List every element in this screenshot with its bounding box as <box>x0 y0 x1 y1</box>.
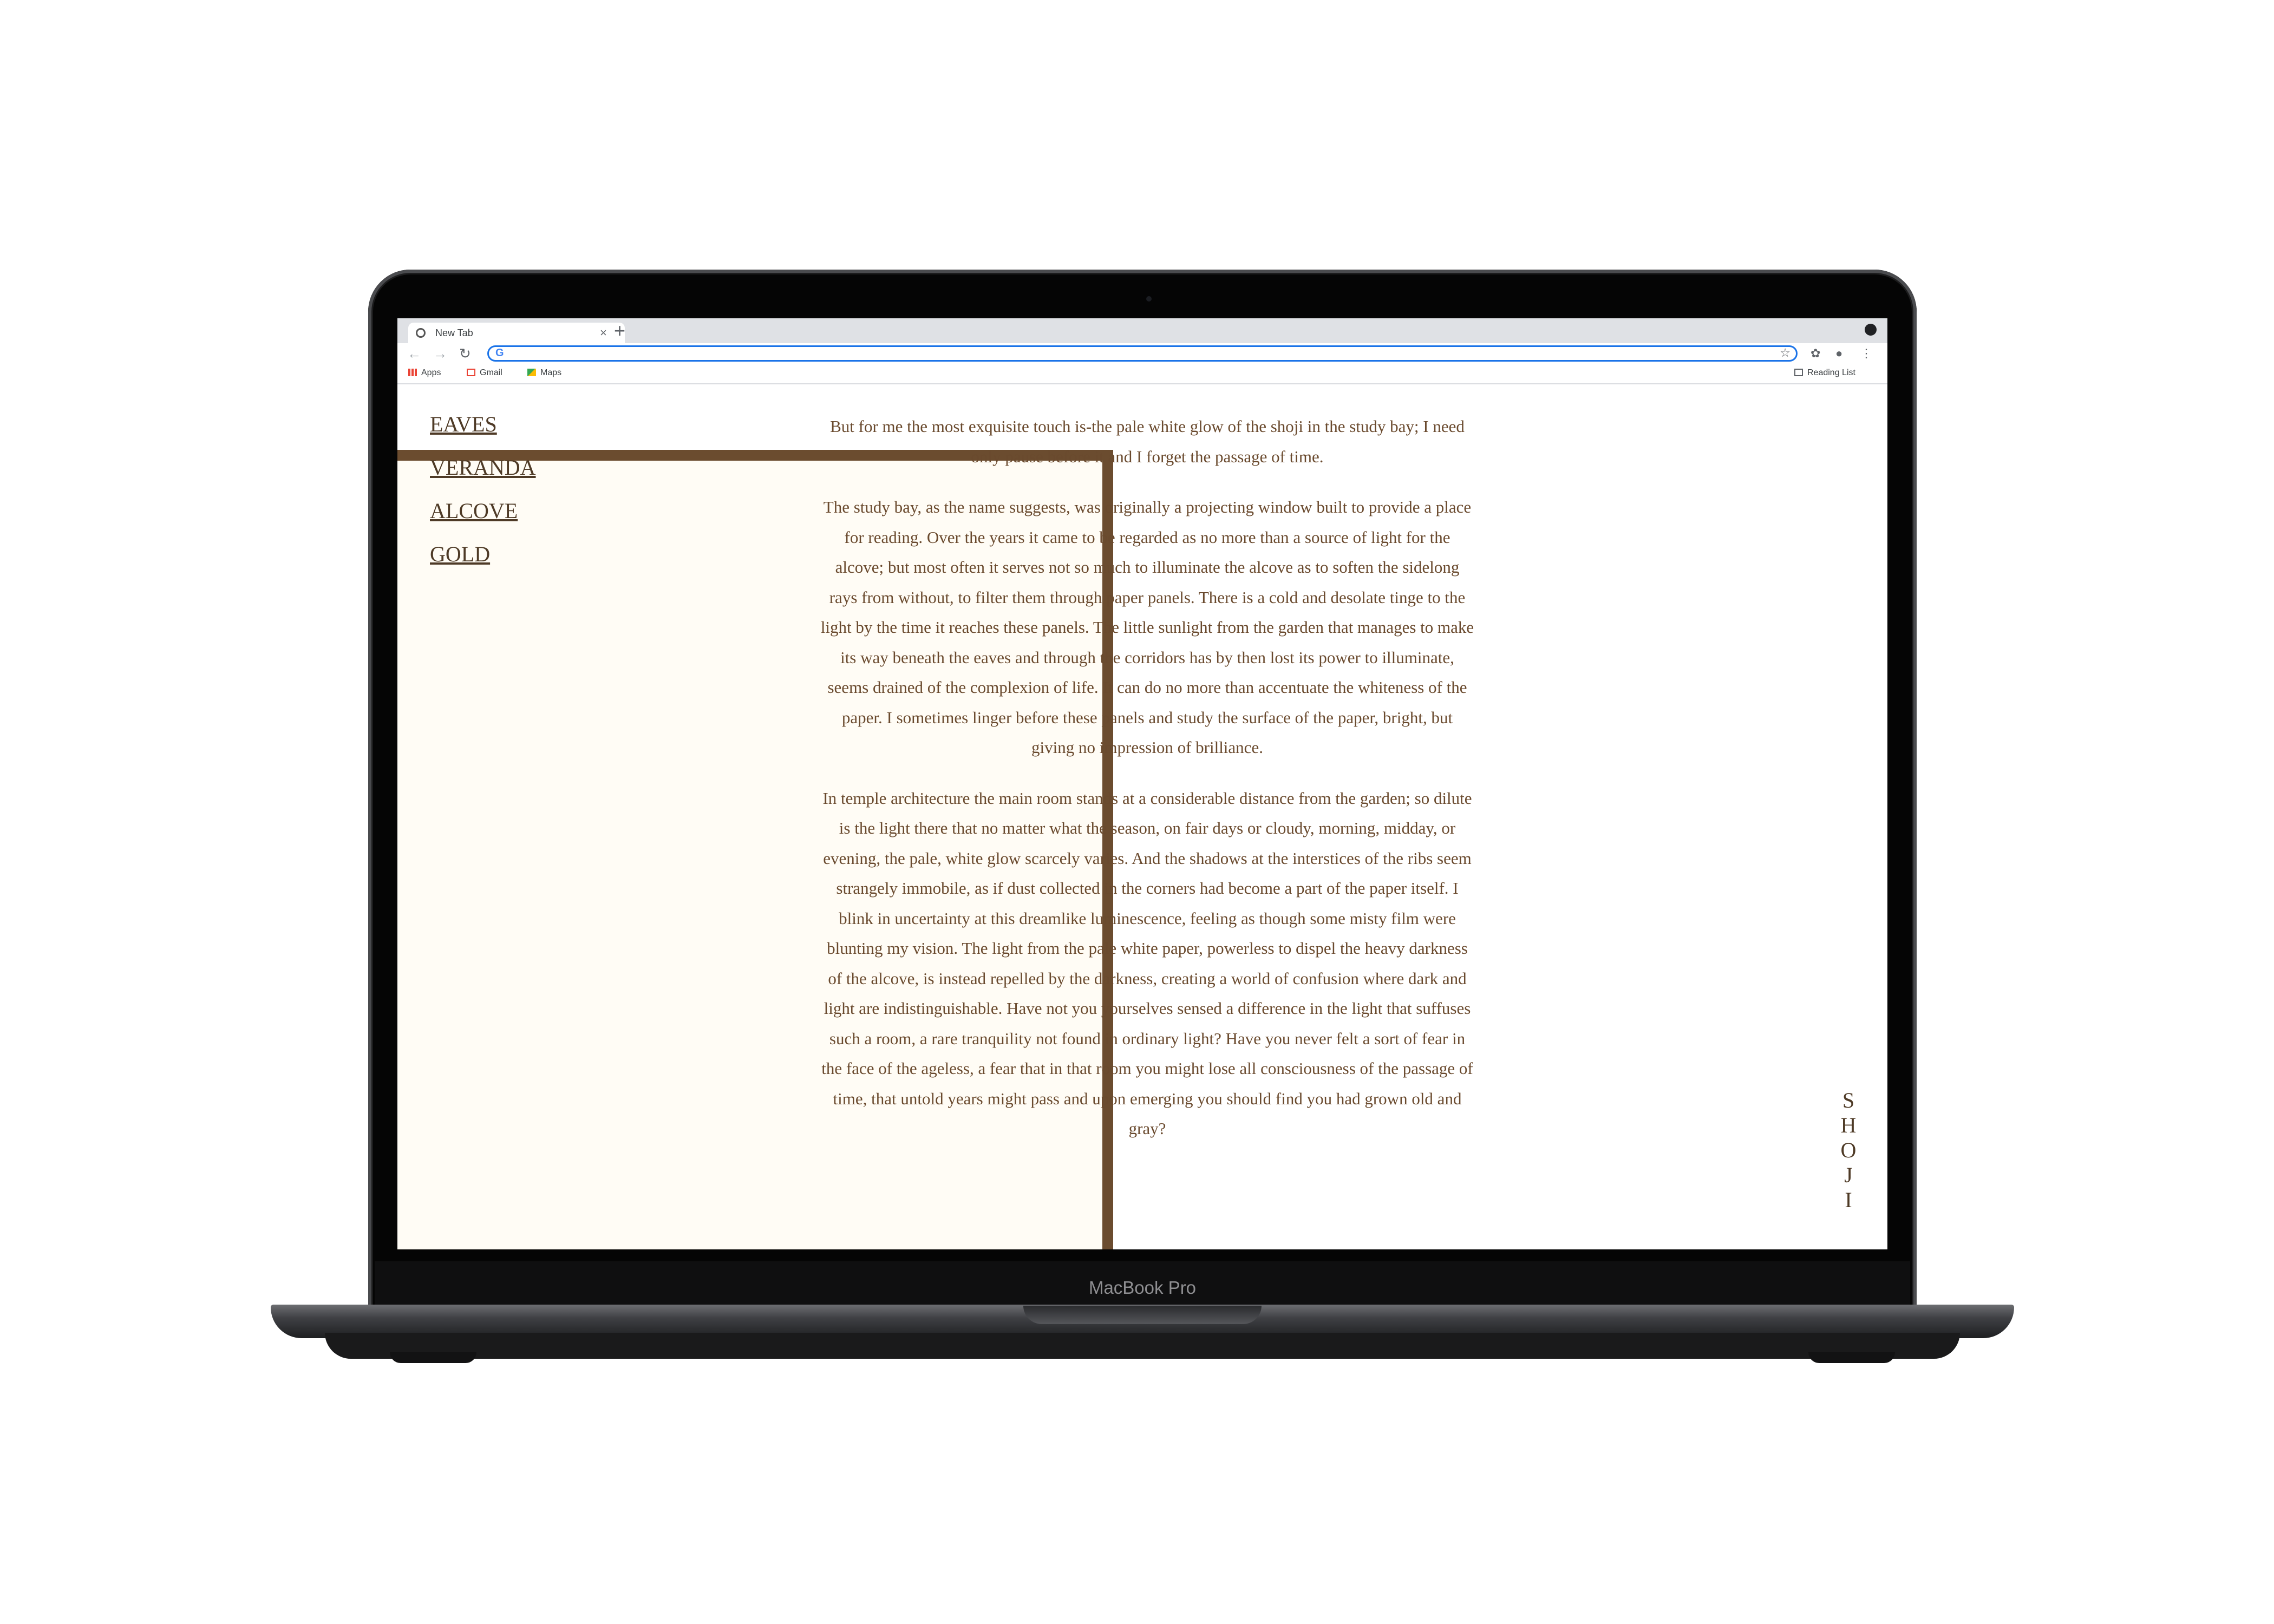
laptop-foot-left <box>390 1352 476 1363</box>
address-bar[interactable]: G ☆ <box>487 345 1798 362</box>
device-label: MacBook Pro <box>1088 1278 1197 1298</box>
bookmark-label: Apps <box>421 368 441 377</box>
vertical-page-title: S H O J I <box>1838 1088 1859 1213</box>
account-icon[interactable]: ● <box>1835 346 1842 361</box>
browser-toolbar: ← → ↻ G ☆ ✿ ● ⋮ <box>397 343 1887 365</box>
tab-favicon-icon <box>416 328 426 338</box>
paragraph-1: But for me the most exquisite touch is-t… <box>830 417 1465 466</box>
title-letter: I <box>1845 1188 1852 1212</box>
nav-link-alcove[interactable]: ALCOVE <box>430 498 536 524</box>
reading-list-label: Reading List <box>1807 368 1855 377</box>
back-icon[interactable]: ← <box>407 345 421 362</box>
gmail-icon <box>467 369 475 376</box>
bookmark-star-icon[interactable]: ☆ <box>1780 346 1791 360</box>
title-letter: H <box>1840 1113 1857 1137</box>
title-letter: J <box>1844 1163 1853 1187</box>
bookmark-apps[interactable]: Apps <box>408 368 441 378</box>
nav-link-eaves[interactable]: EAVES <box>430 411 536 437</box>
web-page: EAVES VERANDA ALCOVE GOLD But for me the… <box>397 384 1887 1249</box>
maps-icon <box>527 369 536 376</box>
tab-title: New Tab <box>435 328 473 338</box>
bookmark-gmail[interactable]: Gmail <box>467 368 502 378</box>
screen: New Tab × + ← → ↻ G ☆ ✿ ● ⋮ Apps Gmail M… <box>397 318 1887 1249</box>
bookmark-maps[interactable]: Maps <box>527 368 561 378</box>
profile-icon[interactable] <box>1865 324 1877 336</box>
bookmark-label: Maps <box>540 368 562 377</box>
bookmarks-bar: Apps Gmail Maps Reading List <box>397 365 1887 384</box>
article-text: But for me the most exquisite touch is-t… <box>820 411 1475 1164</box>
title-letter: O <box>1840 1138 1857 1162</box>
new-tab-button[interactable]: + <box>614 320 625 341</box>
laptop-foot-right <box>1808 1352 1895 1363</box>
nav-link-gold[interactable]: GOLD <box>430 541 536 567</box>
bookmark-label: Gmail <box>480 368 502 377</box>
address-input[interactable] <box>513 346 1760 361</box>
site-nav: EAVES VERANDA ALCOVE GOLD <box>430 411 536 585</box>
nav-link-veranda[interactable]: VERANDA <box>430 455 536 481</box>
menu-icon[interactable]: ⋮ <box>1860 346 1872 361</box>
title-letter: S <box>1842 1088 1855 1112</box>
google-icon: G <box>495 347 504 359</box>
forward-icon[interactable]: → <box>433 345 447 362</box>
reload-icon[interactable]: ↻ <box>459 345 471 362</box>
camera-icon <box>1146 296 1152 302</box>
browser-tab[interactable]: New Tab × <box>408 323 625 343</box>
reading-list-button[interactable]: Reading List <box>1794 368 1855 378</box>
tab-bar: New Tab × + <box>397 318 1887 343</box>
close-tab-icon[interactable]: × <box>600 326 607 340</box>
paragraph-3: In temple architecture the main room sta… <box>821 788 1473 1138</box>
reading-list-icon <box>1794 369 1803 376</box>
laptop-base-bottom <box>325 1333 1960 1359</box>
paragraph-2: The study bay, as the name suggests, was… <box>820 497 1474 757</box>
extensions-icon[interactable]: ✿ <box>1811 346 1820 361</box>
apps-grid-icon <box>408 369 417 376</box>
laptop-notch <box>1023 1306 1262 1324</box>
